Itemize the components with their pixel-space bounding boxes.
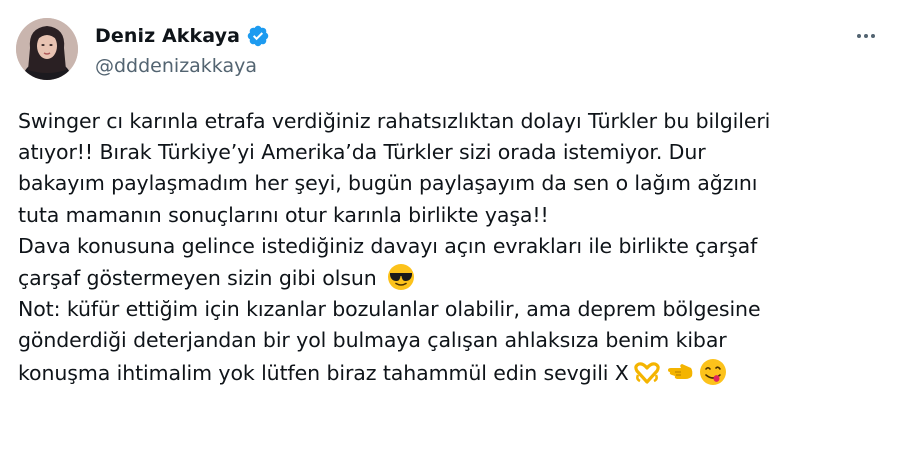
tweet-line: Swinger cı karınla etrafa verdiğiniz rah… — [18, 109, 771, 133]
author-name-row: Deniz Akkaya — [95, 22, 270, 50]
tweet-line: Dava konusuna gelince istediğiniz davayı… — [18, 233, 758, 258]
avatar[interactable] — [16, 18, 78, 80]
author-handle[interactable]: @dddenizakkaya — [95, 55, 257, 77]
tweet-line: tuta mamanın sonuçlarını otur karınla bi… — [18, 202, 549, 227]
sunglasses-face-emoji — [386, 262, 416, 292]
tweet-line-text: çarşaf göstermeyen sizin gibi olsun — [18, 266, 377, 291]
heart-hands-emoji — [632, 357, 662, 387]
tweet-line: Not: küfür ettiğim için kızanlar bozulan… — [18, 297, 761, 322]
tweet-line-with-emoji: çarşaf göstermeyen sizin gibi olsun — [18, 262, 888, 294]
tweet-card: Deniz Akkaya @dddenizakkaya Swinger cı k… — [0, 0, 900, 457]
face-savoring-food-emoji — [698, 357, 728, 387]
tweet-line-text: konuşma ihtimalim yok lütfen biraz taham… — [18, 360, 629, 385]
tweet-line-with-emoji: konuşma ihtimalim yok lütfen biraz taham… — [18, 357, 888, 389]
tweet-line: bakayım paylaşmadım her şeyi, bugün payl… — [18, 171, 758, 196]
tweet-line: gönderdiği deterjandan bir yol bulmaya ç… — [18, 328, 727, 353]
tweet-line: atıyor!! Bırak Türkiye’yi Amerika’da Tür… — [18, 140, 706, 165]
more-horizontal-icon — [857, 34, 875, 38]
author-display-name[interactable]: Deniz Akkaya — [95, 25, 240, 47]
tweet-text: Swinger cı karınla etrafa verdiğiniz rah… — [18, 106, 888, 389]
verified-badge-icon[interactable] — [246, 24, 270, 48]
more-options-button[interactable] — [850, 22, 882, 50]
left-pointing-hand-emoji — [665, 357, 695, 387]
